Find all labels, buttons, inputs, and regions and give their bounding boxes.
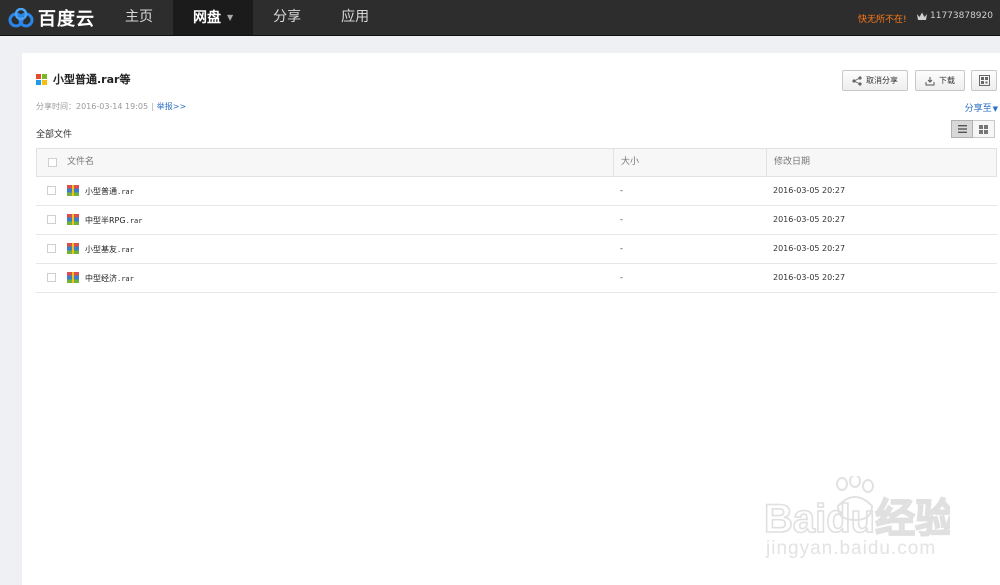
row-checkbox[interactable] bbox=[47, 215, 56, 224]
download-label: 下载 bbox=[939, 76, 955, 85]
chevron-down-icon: ▼ bbox=[992, 105, 998, 113]
baidu-cloud-logo-icon bbox=[8, 8, 34, 28]
list-view-button[interactable] bbox=[951, 120, 973, 138]
table-row[interactable]: 中型半RPG.rar - 2016-03-05 20:27 bbox=[36, 206, 997, 235]
file-date: 2016-03-05 20:27 bbox=[773, 244, 846, 253]
table-row[interactable]: 中型经济.rar - 2016-03-05 20:27 bbox=[36, 264, 997, 293]
promo-link[interactable]: 快无所不在! bbox=[858, 12, 907, 25]
share-to-dropdown[interactable]: 分享至▼ bbox=[965, 101, 998, 114]
qrcode-button[interactable] bbox=[971, 70, 997, 91]
brand-name: 百度云 bbox=[38, 9, 95, 30]
file-name-link[interactable]: 中型经济.rar bbox=[85, 273, 134, 284]
nav-item-netdisk[interactable]: 网盘 ▼ bbox=[173, 0, 254, 35]
share-title: 小型普通.rar等 bbox=[53, 73, 131, 86]
user-id: 11773878920 bbox=[930, 11, 993, 21]
watermark-url: jingyan.baidu.com bbox=[766, 538, 937, 559]
table-header: 文件名 大小 修改日期 bbox=[36, 148, 997, 177]
chevron-down-icon: ▼ bbox=[227, 13, 234, 22]
file-date: 2016-03-05 20:27 bbox=[773, 215, 846, 224]
meta-separator: | bbox=[151, 102, 154, 111]
column-divider bbox=[613, 149, 614, 176]
crown-icon bbox=[917, 12, 927, 20]
file-name: 小型普通 bbox=[85, 187, 117, 196]
file-size: - bbox=[620, 273, 623, 282]
nav-item-label: 应用 bbox=[341, 9, 370, 25]
nav-item-label: 主页 bbox=[125, 9, 153, 25]
row-checkbox[interactable] bbox=[47, 186, 56, 195]
grid-view-icon bbox=[979, 124, 988, 134]
share-meta: 分享时间：2016-03-14 19:05 | 举报>> bbox=[36, 101, 186, 112]
rar-file-icon bbox=[67, 243, 79, 254]
file-table: 文件名 大小 修改日期 小型普通.rar - 2016-03-05 20:27 … bbox=[36, 148, 997, 293]
cancel-share-button[interactable]: 取消分享 bbox=[842, 70, 908, 91]
column-divider bbox=[766, 149, 767, 176]
baidu-jingyan-watermark: Baidu经验 bbox=[763, 476, 950, 538]
qrcode-icon bbox=[978, 75, 990, 86]
report-link[interactable]: 举报>> bbox=[157, 102, 186, 111]
file-extension: .rar bbox=[125, 217, 143, 225]
file-date: 2016-03-05 20:27 bbox=[773, 273, 846, 282]
table-row[interactable]: 小型普通.rar - 2016-03-05 20:27 bbox=[36, 177, 997, 206]
column-header-filename[interactable]: 文件名 bbox=[67, 149, 94, 176]
file-name: 小型基友 bbox=[85, 245, 117, 254]
download-button[interactable]: 下载 bbox=[915, 70, 965, 91]
rar-file-icon bbox=[67, 185, 79, 196]
file-date: 2016-03-05 20:27 bbox=[773, 186, 846, 195]
file-size: - bbox=[620, 186, 623, 195]
file-name: 中型经济 bbox=[85, 274, 117, 283]
grid-view-button[interactable] bbox=[973, 120, 995, 138]
nav-item-home[interactable]: 主页 bbox=[105, 0, 173, 35]
table-row[interactable]: 小型基友.rar - 2016-03-05 20:27 bbox=[36, 235, 997, 264]
rar-file-icon bbox=[67, 214, 79, 225]
select-all-checkbox[interactable] bbox=[48, 158, 57, 167]
nav-item-apps[interactable]: 应用 bbox=[321, 0, 389, 35]
column-header-date[interactable]: 修改日期 bbox=[774, 149, 810, 176]
top-navigation-bar: 百度云 主页 网盘 ▼ 分享 应用 快无所不在! 11773878920 bbox=[0, 0, 1000, 36]
watermark-text: Baidu经验 bbox=[764, 497, 950, 538]
brand-logo[interactable]: 百度云 bbox=[8, 6, 95, 30]
file-name-link[interactable]: 小型基友.rar bbox=[85, 244, 134, 255]
file-name-link[interactable]: 中型半RPG.rar bbox=[85, 215, 142, 226]
column-header-size[interactable]: 大小 bbox=[621, 149, 639, 176]
main-nav: 主页 网盘 ▼ 分享 应用 bbox=[105, 0, 389, 35]
file-extension: .rar bbox=[117, 188, 134, 196]
nav-item-label: 分享 bbox=[273, 9, 302, 25]
rar-file-icon bbox=[67, 272, 79, 283]
file-name: 中型半RPG bbox=[85, 216, 126, 225]
view-toggle bbox=[951, 120, 995, 138]
user-menu[interactable]: 11773878920 bbox=[916, 11, 993, 21]
all-files-breadcrumb[interactable]: 全部文件 bbox=[36, 127, 72, 140]
file-extension: .rar bbox=[117, 275, 134, 283]
share-icon bbox=[852, 75, 862, 86]
file-name-link[interactable]: 小型普通.rar bbox=[85, 186, 134, 197]
nav-item-label: 网盘 bbox=[193, 10, 221, 26]
share-to-label: 分享至 bbox=[964, 104, 992, 114]
nav-item-share[interactable]: 分享 bbox=[253, 0, 321, 35]
row-checkbox[interactable] bbox=[47, 273, 56, 282]
row-checkbox[interactable] bbox=[47, 244, 56, 253]
share-time: 分享时间：2016-03-14 19:05 bbox=[36, 102, 149, 111]
share-header: 小型普通.rar等 bbox=[36, 71, 130, 87]
cancel-share-label: 取消分享 bbox=[866, 76, 898, 85]
list-view-icon bbox=[957, 125, 967, 133]
file-extension: .rar bbox=[117, 246, 134, 254]
file-size: - bbox=[620, 215, 623, 224]
windows-logo-icon bbox=[36, 73, 47, 85]
download-icon bbox=[925, 76, 935, 85]
file-size: - bbox=[620, 244, 623, 253]
